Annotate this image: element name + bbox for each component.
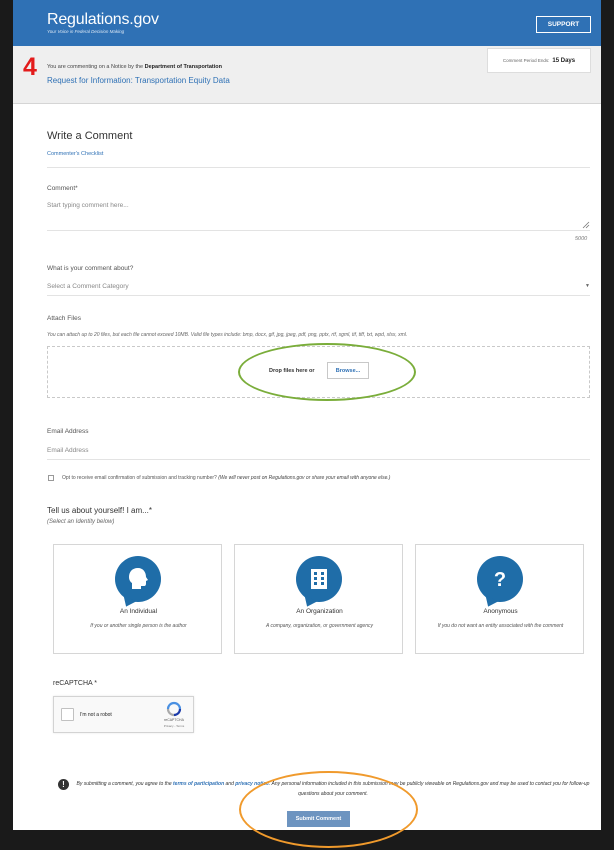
identity-title: Tell us about yourself! I am...* [47,506,152,515]
terms-of-participation-link[interactable]: terms of participation [173,781,224,787]
email-label: Email Address [47,428,89,435]
optin-note: (We will never post on Regulations.gov o… [218,475,391,481]
form-title: Write a Comment [47,130,133,142]
support-button[interactable]: SUPPORT [536,16,591,33]
site-header: Regulations.gov Your Voice in Federal De… [13,0,601,46]
svg-text:?: ? [494,569,506,591]
recaptcha-checkbox[interactable] [61,708,74,721]
identity-card-organization[interactable]: An Organization A company, organization,… [234,544,403,654]
notice-banner: 4 You are commenting on a Notice by the … [13,46,601,104]
email-optin-text: Opt to receive email confirmation of sub… [62,475,390,481]
question-mark-icon: ? [477,556,523,602]
notice-prefix: You are commenting on a Notice by the [47,64,145,70]
identity-card-anonymous[interactable]: ? Anonymous If you do not want an entity… [415,544,584,654]
optin-question: Opt to receive email confirmation of sub… [62,475,217,481]
divider [47,167,590,168]
recaptcha-widget: I'm not a robot reCAPTCHA Privacy - Term… [53,696,194,733]
identity-desc-anonymous: If you do not want an entity associated … [437,623,564,629]
building-icon [296,556,342,602]
attach-files-label: Attach Files [47,315,81,322]
identity-card-individual[interactable]: An Individual If you or another single p… [53,544,222,654]
site-logo[interactable]: Regulations.gov [47,11,159,29]
email-input[interactable]: Email Address [47,447,89,454]
person-icon [115,556,161,602]
notice-agency: Department of Transportation [144,64,222,70]
identity-subtitle: (Select an Identity below) [47,519,115,525]
exclamation-icon: ! [58,779,69,790]
recaptcha-text: I'm not a robot [80,712,112,718]
identity-title-anonymous: Anonymous [483,608,518,615]
comment-label: Comment* [47,185,78,192]
category-select[interactable]: Select a Comment Category [47,283,129,290]
highlight-circle-green [238,343,416,401]
comment-period-label: Comment Period Ends: [502,58,550,63]
identity-desc-individual: If you or another single person is the a… [90,623,187,629]
disclaimer-pre: By submitting a comment, you agree to th… [76,781,173,787]
recaptcha-brand: reCAPTCHA [164,718,184,722]
attach-files-help: You can attach up to 20 files, but each … [47,332,408,338]
highlight-circle-orange [239,771,418,848]
character-count: 5000 [575,236,588,242]
comment-period-box: Comment Period Ends: 15 Days [487,48,591,73]
commenters-checklist-link[interactable]: Commenter's Checklist [47,151,103,157]
disclaimer-and: and [224,781,236,787]
category-underline [47,295,590,296]
recaptcha-links[interactable]: Privacy - Terms [156,724,192,728]
email-optin-checkbox[interactable] [48,475,54,481]
page: Regulations.gov Your Voice in Federal De… [13,0,601,848]
recaptcha-label: reCAPTCHA * [53,680,97,687]
caret-down-icon[interactable]: ▼ [585,283,590,289]
resize-handle-icon[interactable] [582,221,590,229]
identity-title-individual: An Individual [119,608,158,615]
identity-desc-organization: A company, organization, or government a… [265,623,373,629]
comment-textarea[interactable]: Start typing comment here... [47,202,129,209]
email-underline [47,459,590,460]
comment-period-value: 15 Days [552,57,576,64]
site-tagline: Your Voice in Federal Decision Making [47,29,125,34]
category-label: What is your comment about? [47,265,134,272]
recaptcha-logo-icon [166,701,182,717]
step-number: 4 [23,53,37,81]
comment-underline [47,230,590,231]
document-title-link[interactable]: Request for Information: Transportation … [47,76,230,85]
identity-title-organization: An Organization [296,608,343,615]
notice-context: You are commenting on a Notice by the De… [47,64,222,70]
